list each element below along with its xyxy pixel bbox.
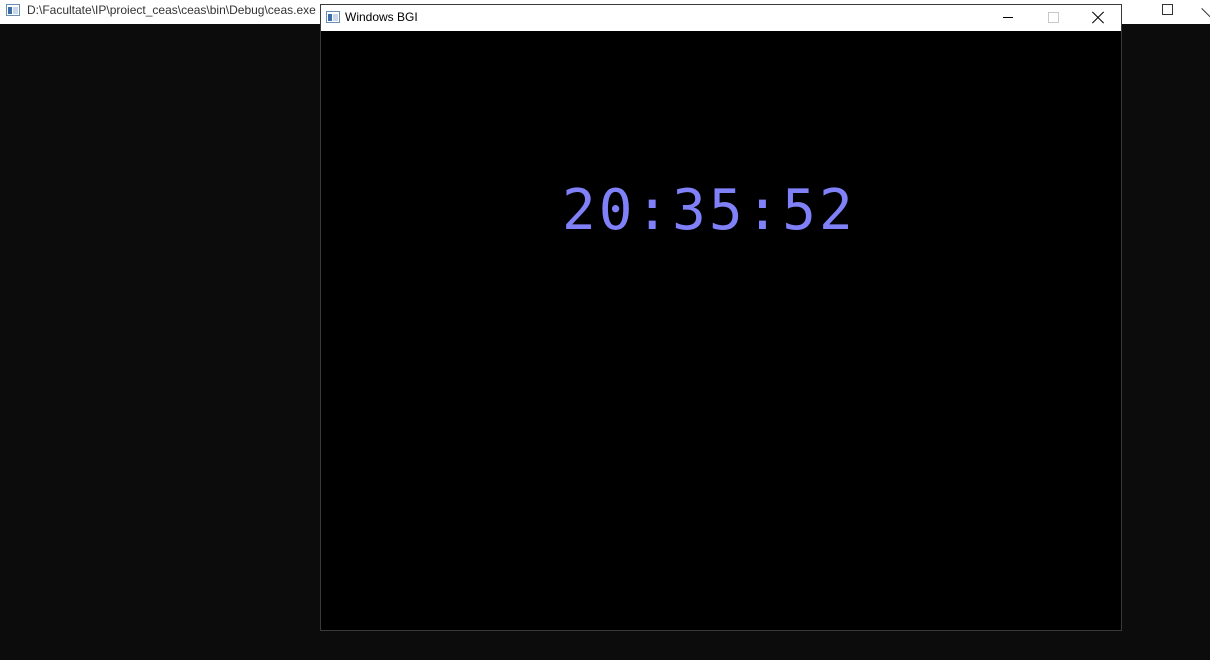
minimize-button[interactable] bbox=[985, 5, 1031, 31]
clock-display: 20:35:52 bbox=[562, 178, 856, 243]
app-window-icon bbox=[6, 4, 20, 16]
close-icon[interactable] bbox=[1200, 0, 1210, 18]
close-button[interactable] bbox=[1075, 5, 1121, 31]
bgi-title-bar[interactable]: Windows BGI bbox=[321, 5, 1121, 31]
maximize-icon[interactable] bbox=[1162, 4, 1173, 15]
minimize-icon bbox=[1003, 17, 1013, 18]
bgi-window-title: Windows BGI bbox=[345, 10, 418, 24]
close-icon bbox=[1091, 11, 1105, 24]
console-window-title: D:\Facultate\IP\proiect_ceas\ceas\bin\De… bbox=[27, 3, 316, 17]
app-window-icon bbox=[326, 11, 340, 23]
bgi-canvas: 20:35:52 bbox=[321, 31, 1121, 630]
maximize-icon bbox=[1048, 12, 1059, 23]
bgi-window: Windows BGI 20:35:52 bbox=[320, 4, 1122, 631]
maximize-button[interactable] bbox=[1030, 5, 1076, 31]
